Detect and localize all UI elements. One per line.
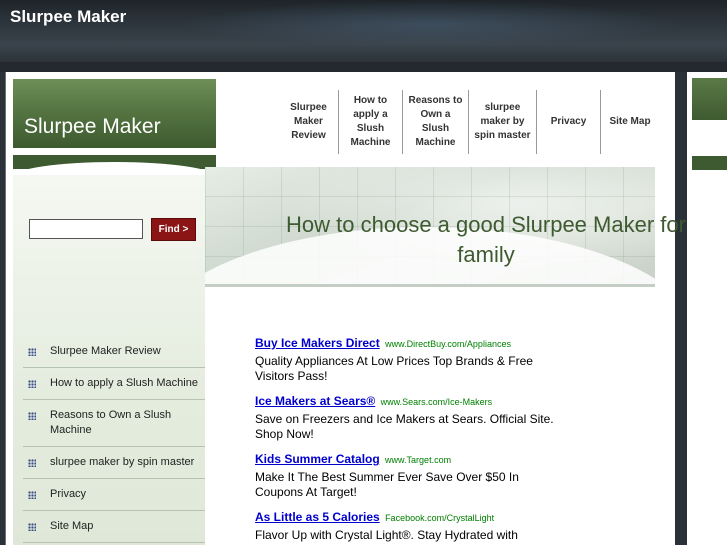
panel-gap: [675, 72, 687, 545]
top-nav: Slurpee Maker Review How to apply a Slus…: [279, 90, 659, 154]
sidebar-item-slurpee-maker-review[interactable]: Slurpee Maker Review: [23, 336, 205, 368]
ad-item: Ice Makers at Sears® www.Sears.com/Ice-M…: [255, 393, 555, 442]
ad-description: Make It The Best Summer Ever Save Over $…: [255, 470, 519, 499]
ad-description: Flavor Up with Crystal Light®. Stay Hydr…: [255, 528, 518, 542]
ad-title-link[interactable]: Kids Summer Catalog: [255, 452, 380, 466]
ad-description: Save on Freezers and Ice Makers at Sears…: [255, 412, 554, 441]
ad-url-link[interactable]: www.DirectBuy.com/Appliances: [385, 339, 511, 349]
nav-item-label: How to apply a Slush Machine: [350, 95, 391, 148]
logo-box[interactable]: Slurpee Maker: [13, 79, 216, 148]
page-title: How to choose a good Slurpee Maker for f…: [286, 212, 686, 267]
nav-item-label: Slurpee Maker Review: [290, 102, 327, 141]
ad-description: Quality Appliances At Low Prices Top Bra…: [255, 354, 533, 383]
sidebar-item-label: slurpee maker by spin master: [50, 456, 195, 468]
site-title[interactable]: Slurpee Maker: [10, 7, 126, 27]
nav-item-label: Reasons to Own a Slush Machine: [408, 95, 463, 148]
nav-item-privacy[interactable]: Privacy: [537, 90, 601, 154]
sidebar-item-privacy[interactable]: Privacy: [23, 479, 205, 511]
grid-bullet-icon: [28, 459, 36, 467]
ad-title-link[interactable]: Ice Makers at Sears®: [255, 394, 375, 408]
ad-item: Kids Summer Catalog www.Target.com Make …: [255, 451, 555, 500]
nav-item-label: Site Map: [609, 116, 651, 127]
logo-text: Slurpee Maker: [24, 115, 161, 138]
sidebar-item-reasons-to-own[interactable]: Reasons to Own a Slush Machine: [23, 400, 205, 447]
ad-list: Buy Ice Makers Direct www.DirectBuy.com/…: [255, 335, 555, 545]
grid-bullet-icon: [28, 491, 36, 499]
nav-item-label: slurpee maker by spin master: [474, 102, 531, 141]
ad-title-link[interactable]: Buy Ice Makers Direct: [255, 336, 380, 350]
right-panel: [687, 72, 727, 545]
grid-bullet-icon: [28, 523, 36, 531]
ad-title-link[interactable]: As Little as 5 Calories: [255, 510, 380, 524]
nav-item-label: Privacy: [550, 116, 587, 127]
sidebar-item-how-to-apply[interactable]: How to apply a Slush Machine: [23, 368, 205, 400]
search-input[interactable]: [29, 219, 143, 239]
sidebar-item-label: Reasons to Own a Slush Machine: [50, 409, 172, 436]
ad-item: As Little as 5 Calories Facebook.com/Cry…: [255, 509, 555, 543]
ad-item: Buy Ice Makers Direct www.DirectBuy.com/…: [255, 335, 555, 384]
side-nav: Slurpee Maker Review How to apply a Slus…: [23, 336, 205, 543]
right-panel-band: [692, 156, 727, 170]
ad-url-link[interactable]: www.Sears.com/Ice-Makers: [381, 397, 493, 407]
ad-url-link[interactable]: www.Target.com: [385, 455, 451, 465]
nav-item-slurpee-maker-review[interactable]: Slurpee Maker Review: [279, 90, 339, 154]
sidebar-item-label: Site Map: [50, 520, 94, 532]
nav-item-how-to-apply[interactable]: How to apply a Slush Machine: [339, 90, 403, 154]
sidebar-item-label: How to apply a Slush Machine: [50, 377, 198, 389]
sidebar-item-label: Privacy: [50, 488, 87, 500]
find-button[interactable]: Find >: [151, 218, 196, 241]
right-panel-header: [692, 78, 727, 120]
banner-divider: [205, 284, 655, 287]
nav-item-spin-master[interactable]: slurpee maker by spin master: [469, 90, 537, 154]
sidebar-item-site-map[interactable]: Site Map: [23, 511, 205, 543]
sidebar-item-spin-master[interactable]: slurpee maker by spin master: [23, 447, 205, 479]
grid-bullet-icon: [28, 348, 36, 356]
grid-bullet-icon: [28, 380, 36, 388]
ad-url-link[interactable]: Facebook.com/CrystalLight: [385, 513, 494, 523]
nav-item-reasons-to-own[interactable]: Reasons to Own a Slush Machine: [403, 90, 469, 154]
sidebar-item-label: Slurpee Maker Review: [50, 345, 161, 357]
header-glow: [180, 0, 680, 48]
grid-bullet-icon: [28, 412, 36, 420]
sidebar: Find > Slurpee Maker Review How to apply…: [13, 175, 205, 545]
header-strip: [0, 62, 727, 72]
nav-item-site-map[interactable]: Site Map: [601, 90, 659, 154]
